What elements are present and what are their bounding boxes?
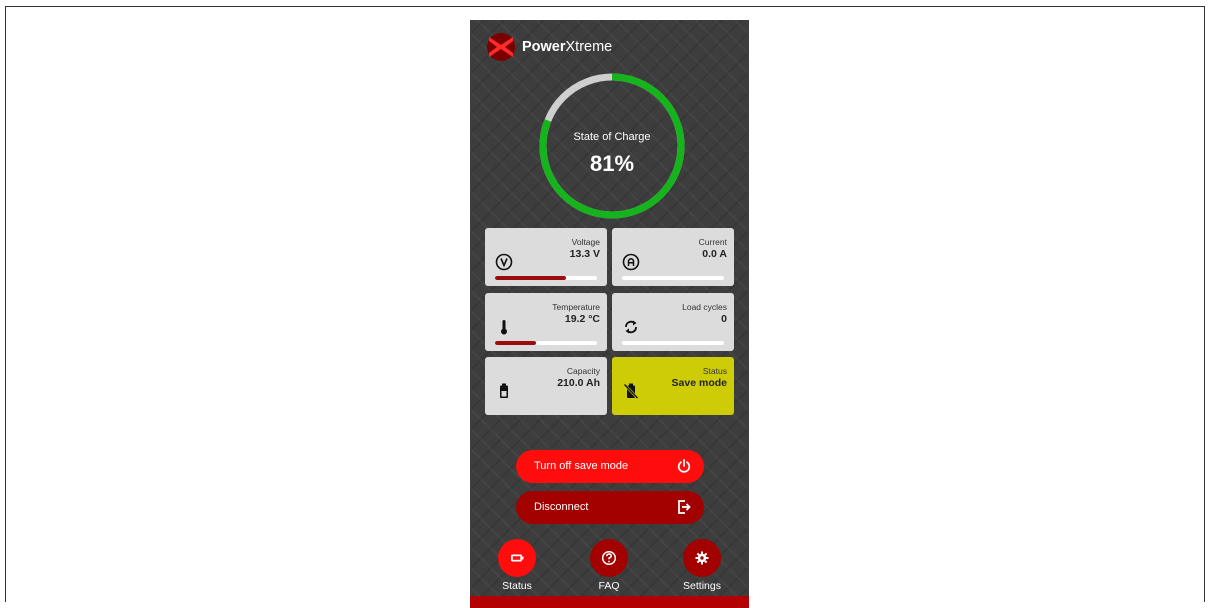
gauge-value: 81% [589, 151, 635, 176]
state-of-charge-gauge: State of Charge 81% [539, 73, 685, 219]
disconnect-button[interactable]: Disconnect [516, 491, 704, 524]
temperature-tile: Temperature 19.2 °C [485, 293, 607, 351]
current-value: 0.0 A [702, 248, 727, 260]
load-cycles-value: 0 [721, 313, 727, 325]
load-cycles-bar [622, 341, 724, 345]
nav-settings-label: Settings [683, 580, 721, 592]
load-cycles-label: Load cycles [682, 302, 727, 312]
gear-icon [695, 551, 709, 565]
battery-icon [511, 554, 524, 562]
current-tile: Current 0.0 A [612, 228, 734, 286]
disconnect-label: Disconnect [534, 501, 589, 513]
current-label: Current [698, 237, 727, 247]
nav-settings-circle [683, 539, 721, 577]
nav-status[interactable]: Status [492, 539, 542, 592]
voltage-icon [495, 253, 513, 271]
bottom-strip [470, 596, 749, 608]
cycle-icon [625, 320, 637, 334]
nav-settings[interactable]: Settings [677, 539, 727, 592]
turn-off-save-mode-label: Turn off save mode [534, 460, 629, 472]
gauge-label: State of Charge [573, 131, 651, 143]
logout-icon [678, 500, 691, 514]
load-cycles-tile: Load cycles 0 [612, 293, 734, 351]
app-title: PowerXtreme [522, 39, 613, 55]
app-screen: PowerXtreme State of Charge 81% Voltage … [470, 20, 749, 608]
voltage-label: Voltage [571, 237, 600, 247]
temperature-bar [495, 341, 597, 345]
nav-status-circle [498, 539, 536, 577]
app-logo: PowerXtreme [486, 32, 612, 62]
nav-status-label: Status [502, 580, 532, 592]
voltage-bar [495, 276, 597, 280]
status-tile: Status Save mode [612, 357, 734, 415]
temperature-value: 19.2 °C [564, 313, 600, 325]
power-icon [677, 458, 691, 473]
voltage-bar-fill [495, 276, 567, 280]
current-bar [622, 276, 724, 280]
turn-off-save-mode-button[interactable]: Turn off save mode [516, 450, 704, 483]
voltage-value: 13.3 V [569, 248, 600, 260]
ampere-icon [622, 253, 640, 271]
status-label: Status [702, 366, 727, 376]
voltage-tile: Voltage 13.3 V [485, 228, 607, 286]
nav-faq-label: FAQ [598, 580, 620, 592]
capacity-value: 210.0 Ah [557, 377, 600, 389]
capacity-label: Capacity [566, 366, 600, 376]
nav-faq-circle [590, 539, 628, 577]
thermometer-icon [501, 320, 507, 335]
nav-faq[interactable]: FAQ [584, 539, 634, 592]
powerxtreme-logo-icon [487, 33, 515, 61]
temperature-bar-fill [495, 341, 536, 345]
gauge-ring [539, 73, 685, 219]
question-icon [601, 550, 617, 566]
capacity-tile: Capacity 210.0 Ah [485, 357, 607, 415]
battery-icon [500, 383, 508, 398]
temperature-label: Temperature [552, 302, 600, 312]
battery-off-icon [623, 383, 639, 399]
status-value: Save mode [671, 377, 727, 389]
